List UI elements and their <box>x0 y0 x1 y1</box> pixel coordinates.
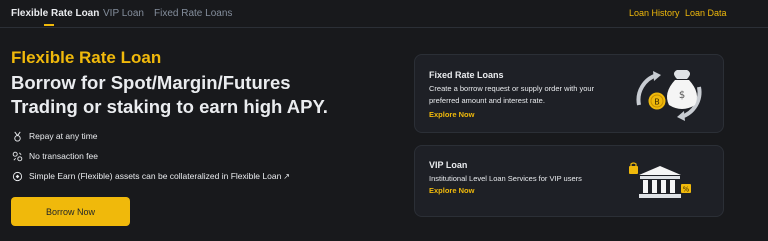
explore-now-link[interactable]: Explore Now <box>429 110 474 119</box>
feature-text: Simple Earn (Flexible) assets can be col… <box>29 171 282 181</box>
explore-now-link[interactable]: Explore Now <box>429 186 474 195</box>
page-title: Borrow for Spot/Margin/Futures Trading o… <box>11 72 328 117</box>
borrow-now-button[interactable]: Borrow Now <box>11 197 130 226</box>
external-link-icon[interactable]: ↗ <box>283 172 290 181</box>
tab-vip-loan[interactable]: VIP Loan <box>103 8 144 19</box>
feature-simple-earn: Simple Earn (Flexible) assets can be col… <box>11 169 290 183</box>
medal-icon <box>11 130 23 142</box>
svg-text:$: $ <box>679 90 685 101</box>
tab-fixed-rate-loans[interactable]: Fixed Rate Loans <box>154 8 232 19</box>
svg-text:%: % <box>683 186 690 194</box>
svg-text:B: B <box>654 98 660 107</box>
page-label: Flexible Rate Loan <box>11 48 162 67</box>
loan-history-link[interactable]: Loan History <box>629 8 680 18</box>
vip-loan-card[interactable]: VIP Loan Institutional Level Loan Servic… <box>414 145 724 217</box>
card-title: VIP Loan <box>429 160 468 170</box>
feature-text: No transaction fee <box>29 151 98 161</box>
money-bag-coin-icon: $ B <box>627 65 711 130</box>
loan-data-link[interactable]: Loan Data <box>685 8 727 18</box>
feature-repay: Repay at any time <box>11 129 98 143</box>
card-title: Fixed Rate Loans <box>429 70 504 80</box>
feature-no-fee: No transaction fee <box>11 149 98 163</box>
card-description: Institutional Level Loan Services for VI… <box>429 174 582 183</box>
fixed-rate-loans-card[interactable]: Fixed Rate Loans Create a borrow request… <box>414 54 724 133</box>
active-tab-indicator <box>44 24 54 26</box>
no-fee-icon <box>11 150 23 162</box>
earn-icon <box>11 170 23 182</box>
bank-building-icon: % <box>625 162 697 207</box>
tab-flexible-rate-loan[interactable]: Flexible Rate Loan <box>11 8 99 19</box>
feature-text: Repay at any time <box>29 131 98 141</box>
top-nav: Flexible Rate Loan VIP Loan Fixed Rate L… <box>0 0 768 28</box>
card-description: Create a borrow request or supply order … <box>429 84 595 105</box>
